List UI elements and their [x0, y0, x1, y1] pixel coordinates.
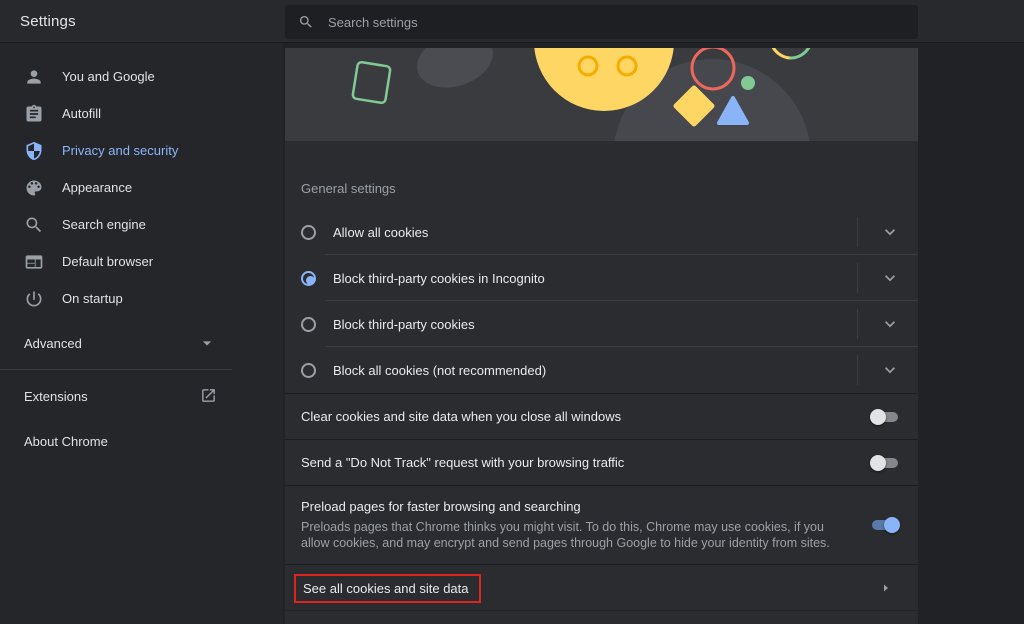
toggle-label: Send a "Do Not Track" request with your …: [301, 455, 624, 470]
chevron-down-icon[interactable]: [880, 314, 900, 334]
settings-search[interactable]: [285, 5, 918, 39]
settings-content: General settings Allow all cookies Block…: [285, 43, 918, 624]
chrome-settings-window: Settings You and Google Autofill Privacy…: [0, 0, 1024, 624]
search-icon: [24, 215, 44, 235]
sidebar-item-label: Appearance: [62, 180, 132, 195]
toggle-switch-on[interactable]: [872, 520, 898, 530]
chevron-down-icon[interactable]: [880, 222, 900, 242]
sidebar-item-you-and-google[interactable]: You and Google: [0, 58, 283, 95]
cookie-illustration: [285, 48, 918, 141]
radio-row-block-third-party-incognito[interactable]: Block third-party cookies in Incognito: [285, 255, 918, 301]
sidebar-item-label: Privacy and security: [62, 143, 178, 158]
toggle-label: Clear cookies and site data when you clo…: [301, 409, 621, 424]
sidebar-item-label: On startup: [62, 291, 123, 306]
sidebar-item-advanced[interactable]: Advanced: [0, 324, 283, 362]
sidebar-item-label: You and Google: [62, 69, 155, 84]
radio-button-selected[interactable]: [301, 271, 316, 286]
link-label: See all cookies and site data: [303, 581, 469, 596]
toggle-row-preload-pages[interactable]: Preload pages for faster browsing and se…: [285, 485, 918, 564]
top-bar: Settings: [0, 0, 1024, 43]
arrow-right-icon: [880, 582, 892, 594]
sidebar-item-label: Default browser: [62, 254, 153, 269]
cookies-illustration-banner: [285, 48, 918, 141]
sidebar-item-label: About Chrome: [24, 434, 108, 449]
browser-icon: [24, 252, 44, 272]
sidebar-item-search-engine[interactable]: Search engine: [0, 206, 283, 243]
toggle-sublabel: Preloads pages that Chrome thinks you mi…: [301, 519, 853, 551]
search-icon: [298, 14, 314, 30]
external-link-icon: [200, 387, 217, 404]
sidebar-item-label: Autofill: [62, 106, 101, 121]
sidebar-item-on-startup[interactable]: On startup: [0, 280, 283, 317]
radio-row-block-all-cookies[interactable]: Block all cookies (not recommended): [285, 347, 918, 393]
radio-label: Block third-party cookies in Incognito: [333, 271, 545, 286]
autofill-icon: [24, 104, 44, 124]
sidebar-item-label: Extensions: [24, 389, 88, 404]
sidebar-item-label: Search engine: [62, 217, 146, 232]
person-icon: [24, 67, 44, 87]
toggle-switch-off[interactable]: [872, 412, 898, 422]
caret-down-icon: [197, 333, 217, 353]
sidebar-item-privacy-and-security[interactable]: Privacy and security: [0, 132, 283, 169]
sidebar-item-autofill[interactable]: Autofill: [0, 95, 283, 132]
radio-row-allow-all-cookies[interactable]: Allow all cookies: [285, 209, 918, 255]
toggle-row-clear-on-close[interactable]: Clear cookies and site data when you clo…: [285, 393, 918, 439]
radio-row-block-third-party[interactable]: Block third-party cookies: [285, 301, 918, 347]
link-row-see-all-cookies[interactable]: See all cookies and site data: [285, 564, 918, 611]
sidebar-item-default-browser[interactable]: Default browser: [0, 243, 283, 280]
sidebar-item-label: Advanced: [24, 336, 82, 351]
radio-label: Block all cookies (not recommended): [333, 363, 546, 378]
page-title: Settings: [20, 0, 76, 43]
shield-icon: [24, 141, 44, 161]
annotation-highlight-box: See all cookies and site data: [294, 574, 481, 603]
radio-button[interactable]: [301, 363, 316, 378]
sidebar-item-about-chrome[interactable]: About Chrome: [0, 422, 283, 460]
cookies-settings-card: General settings Allow all cookies Block…: [285, 141, 918, 624]
section-label: General settings: [285, 141, 918, 209]
radio-button[interactable]: [301, 317, 316, 332]
sidebar-item-extensions[interactable]: Extensions: [0, 377, 283, 415]
chevron-down-icon[interactable]: [880, 360, 900, 380]
sidebar-divider: [0, 369, 232, 370]
sidebar-item-appearance[interactable]: Appearance: [0, 169, 283, 206]
radio-label: Block third-party cookies: [333, 317, 475, 332]
toggle-label: Preload pages for faster browsing and se…: [301, 499, 853, 514]
toggle-row-do-not-track[interactable]: Send a "Do Not Track" request with your …: [285, 439, 918, 485]
radio-label: Allow all cookies: [333, 225, 428, 240]
radio-button[interactable]: [301, 225, 316, 240]
toggle-switch-off[interactable]: [872, 458, 898, 468]
palette-icon: [24, 178, 44, 198]
chevron-down-icon[interactable]: [880, 268, 900, 288]
power-icon: [24, 289, 44, 309]
search-input[interactable]: [326, 5, 886, 39]
sidebar: You and Google Autofill Privacy and secu…: [0, 43, 283, 624]
